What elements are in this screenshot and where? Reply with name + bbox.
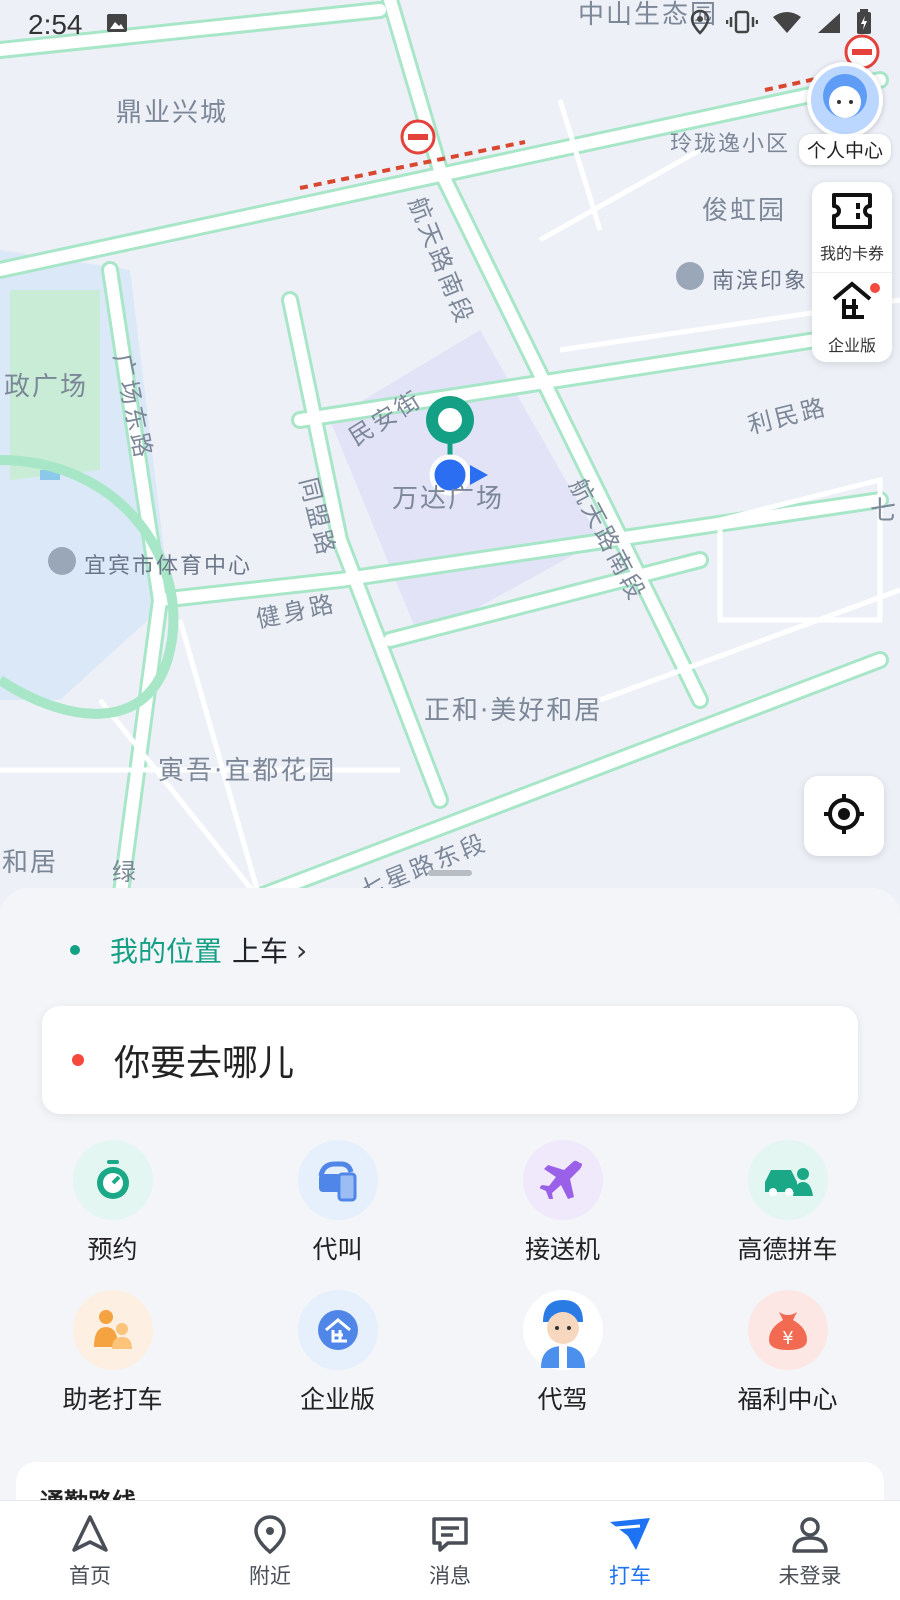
my-coupons-label: 我的卡券 — [819, 243, 884, 263]
image-notification-icon — [105, 9, 129, 42]
nav-nearby[interactable]: 附近 — [180, 1501, 360, 1600]
coupon-icon — [830, 191, 874, 240]
nav-label: 消息 — [429, 1563, 471, 1588]
map-place-label: 鼎业兴城 — [116, 98, 229, 128]
driver-avatar-icon — [522, 1290, 603, 1370]
map-place-label: 玲珑逸小区 — [670, 132, 791, 157]
services-row: 预约 代叫 接送机 高德拼车 — [0, 1140, 900, 1266]
sheet-drag-handle[interactable] — [428, 870, 472, 876]
service-airport-transfer[interactable]: 接送机 — [450, 1140, 675, 1266]
map-road-label: 绿 — [112, 858, 139, 886]
nav-label: 首页 — [69, 1563, 111, 1588]
map-place-label: 南滨印象 — [712, 269, 809, 294]
side-tools-panel: 我的卡券 企业版 — [812, 182, 892, 362]
crosshair-icon — [822, 792, 866, 840]
service-carpool[interactable]: 高德拼车 — [675, 1140, 900, 1266]
locate-me-button[interactable] — [804, 776, 884, 856]
service-label: 助老打车 — [62, 1385, 163, 1414]
battery-icon — [856, 8, 872, 42]
map-place-label: 正和·美好和居 — [424, 696, 603, 726]
service-label: 接送机 — [524, 1235, 600, 1264]
taxi-icon — [608, 1512, 652, 1556]
service-reserve[interactable]: 预约 — [0, 1140, 225, 1266]
service-elder-taxi[interactable]: 助老打车 — [0, 1290, 225, 1416]
service-label: 高德拼车 — [737, 1235, 838, 1264]
pickup-location-text: 我的位置 — [110, 935, 223, 968]
map-place-label: 和居 — [2, 848, 59, 878]
landmark-icon — [676, 262, 704, 290]
map-place-label: 寅吾·宜都花园 — [158, 756, 337, 786]
bottom-navigation: 首页 附近 消息 打车 未登录 — [0, 1500, 900, 1600]
chevron-right-icon: › — [296, 933, 308, 967]
destination-input[interactable]: 你要去哪儿 — [42, 1006, 858, 1114]
nav-messages[interactable]: 消息 — [360, 1501, 540, 1600]
service-label: 预约 — [87, 1235, 138, 1264]
nav-label: 未登录 — [778, 1563, 842, 1588]
map-place-label: 政广场 — [4, 372, 89, 402]
service-label: 代驾 — [537, 1385, 588, 1414]
elder-icon — [72, 1290, 153, 1370]
map-place-label: 七 — [870, 496, 899, 526]
enterprise-side-button[interactable]: 企业版 — [812, 272, 892, 362]
map-view[interactable]: 中山生态园 鼎业兴城 玲珑逸小区 俊虹园 南滨印象 政广场 宜宾市体育中心 万达… — [0, 0, 900, 900]
nav-taxi[interactable]: 打车 — [540, 1501, 720, 1600]
location-status-icon — [688, 9, 712, 42]
services-row: 助老打车 企业版 代驾 ¥ 福利中心 — [0, 1290, 900, 1416]
map-place-label: 万达广场 — [392, 484, 505, 514]
status-bar: 2:54 — [0, 0, 900, 50]
pickup-dot — [70, 945, 80, 955]
user-icon — [788, 1512, 832, 1556]
destination-placeholder: 你要去哪儿 — [114, 1043, 295, 1084]
service-designated-driver[interactable]: 代驾 — [450, 1290, 675, 1416]
nav-account[interactable]: 未登录 — [720, 1501, 900, 1600]
service-label: 企业版 — [299, 1385, 375, 1414]
service-label: 福利中心 — [737, 1385, 838, 1414]
service-enterprise[interactable]: 企业版 — [225, 1290, 450, 1416]
avatar — [807, 62, 883, 138]
service-call-for-others[interactable]: 代叫 — [225, 1140, 450, 1266]
landmark-icon — [48, 547, 76, 575]
service-label: 代叫 — [312, 1235, 363, 1264]
no-entry-icon — [400, 119, 436, 155]
service-welfare-center[interactable]: ¥ 福利中心 — [675, 1290, 900, 1416]
map-place-label: 俊虹园 — [702, 196, 787, 226]
nav-home[interactable]: 首页 — [0, 1501, 180, 1600]
location-pin-icon — [248, 1512, 292, 1556]
my-coupons-button[interactable]: 我的卡券 — [812, 182, 892, 272]
enterprise-side-label: 企业版 — [827, 336, 876, 355]
notification-dot — [870, 283, 880, 293]
signal-icon — [816, 9, 842, 42]
home-arrow-icon — [68, 1512, 112, 1556]
wifi-icon — [772, 9, 802, 42]
pickup-location-row[interactable]: 我的位置 上车 › — [70, 930, 307, 970]
car-phone-icon — [297, 1140, 378, 1220]
airplane-icon — [522, 1140, 603, 1220]
nav-label: 打车 — [609, 1563, 651, 1588]
vibrate-icon — [725, 9, 759, 42]
pickup-action-text: 上车 — [232, 935, 289, 968]
enterprise-icon — [297, 1290, 378, 1370]
profile-center-label: 个人中心 — [798, 134, 891, 165]
carpool-icon — [747, 1140, 828, 1220]
money-bag-icon: ¥ — [747, 1290, 828, 1370]
profile-center-button[interactable]: 个人中心 — [798, 62, 892, 165]
map-place-label: 宜宾市体育中心 — [84, 554, 253, 579]
svg-text:¥: ¥ — [782, 1328, 793, 1349]
enterprise-icon — [830, 279, 874, 332]
status-time: 2:54 — [28, 9, 83, 40]
message-icon — [428, 1512, 472, 1556]
destination-dot — [72, 1054, 84, 1066]
nav-label: 附近 — [249, 1563, 291, 1588]
clock-icon — [72, 1140, 153, 1220]
